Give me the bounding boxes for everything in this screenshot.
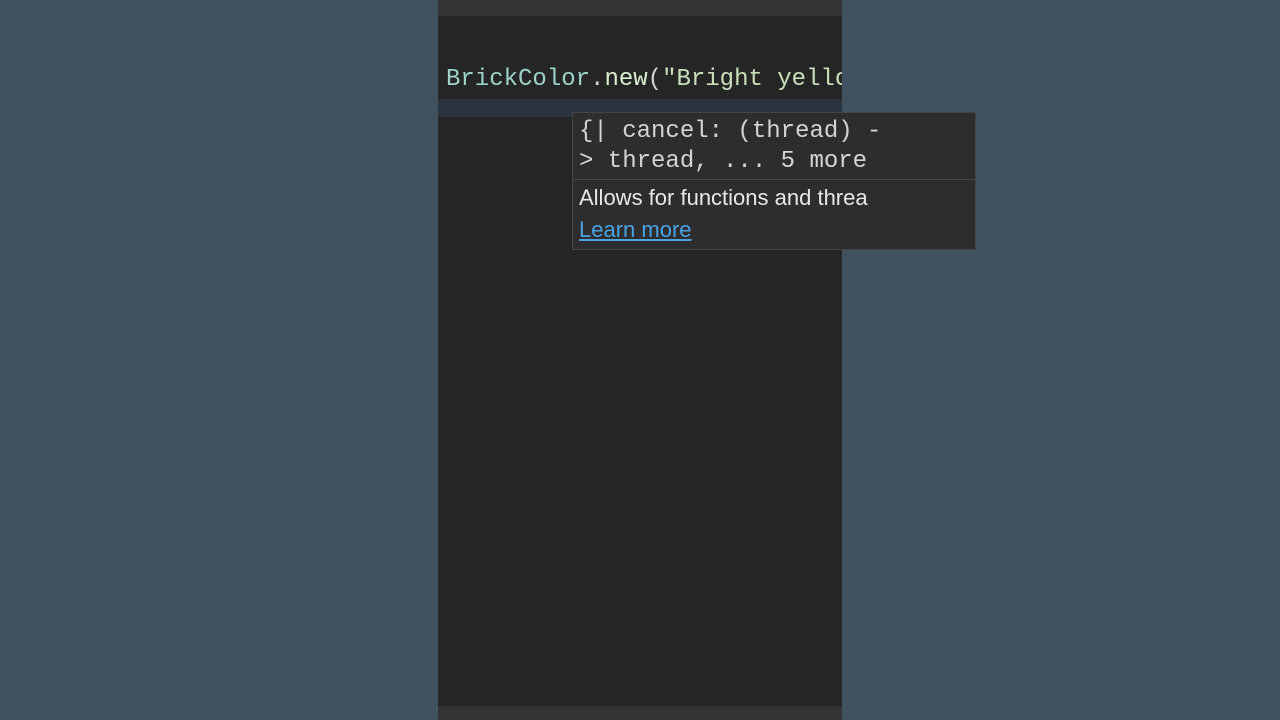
editor-spacer [438, 16, 842, 32]
token-class: BrickColor [446, 66, 590, 93]
token-method: new [604, 66, 647, 93]
tooltip-signature: {| cancel: (thread) - > thread, ... 5 mo… [573, 113, 975, 180]
signature-tooltip: {| cancel: (thread) - > thread, ... 5 mo… [572, 112, 976, 250]
code-line[interactable]: BrickColor.new("Bright yellow") [438, 60, 842, 99]
token-paren-open: ( [648, 66, 662, 93]
learn-more-link[interactable]: Learn more [573, 215, 698, 249]
tooltip-signature-line2: > thread, ... 5 more [579, 148, 867, 175]
token-string: "Bright yellow" [662, 66, 842, 93]
editor-top-edge [438, 0, 842, 16]
tooltip-description: Allows for functions and threa [573, 180, 975, 215]
tooltip-signature-line1: {| cancel: (thread) - [579, 118, 881, 145]
token-dot: . [590, 66, 604, 93]
editor-bottom-edge [438, 706, 842, 720]
editor-gutter-space [438, 32, 842, 60]
code-editor-pane[interactable]: BrickColor.new("Bright yellow") [438, 0, 842, 720]
